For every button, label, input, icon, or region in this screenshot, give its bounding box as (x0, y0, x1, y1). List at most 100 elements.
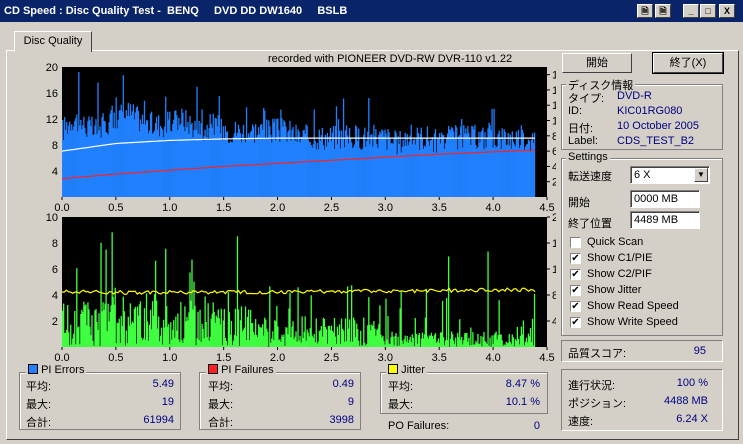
jitter-max-value: 10.1 % (505, 396, 540, 408)
x-tick-label: 3.0 (378, 352, 393, 364)
type-label: タイプ: (568, 93, 605, 105)
pi-failure-bar (455, 337, 457, 347)
pi-failure-bar (68, 332, 70, 347)
pi-failures-total-value: 3998 (329, 414, 354, 426)
pi-failure-bar (480, 336, 482, 347)
tab-disc-quality[interactable]: Disc Quality (14, 31, 92, 52)
pi-failure-bar (338, 324, 341, 347)
pi-failure-bar (512, 337, 514, 347)
po-failures-value: 0 (533, 420, 540, 432)
pi-failure-bar (283, 334, 285, 347)
copy-icon-button[interactable]: 🗎 (655, 4, 671, 18)
y-left-tick-label: 20 (46, 62, 58, 74)
checkbox-quick-scan[interactable] (570, 237, 581, 248)
pi-failure-bar (363, 317, 365, 347)
minimize-button[interactable]: _ (683, 4, 699, 18)
y-right-tick-label: 12 (552, 264, 556, 276)
y-right-tick-label: 8 (552, 290, 556, 302)
start-button[interactable]: 開始 (562, 53, 632, 73)
pi-failures-color-swatch (208, 364, 218, 374)
pi-failure-bar (445, 297, 448, 347)
pi-failure-bar (395, 333, 397, 347)
checkbox-label[interactable]: Show C1/PIE (587, 252, 652, 264)
pi-failure-bar (70, 324, 72, 347)
y-right-tick-label: 16 (552, 238, 556, 250)
close-button[interactable]: X (719, 4, 735, 18)
start-input[interactable]: 0000 MB (630, 190, 700, 208)
pi-failures-avg-label: 平均: (208, 381, 234, 393)
dropdown-arrow-icon[interactable]: ▼ (694, 168, 708, 182)
exit-button[interactable]: 終了(X) (652, 52, 724, 74)
checkbox-show-read-speed[interactable]: ✔ (570, 301, 581, 312)
y-left-tick-label: 4 (52, 166, 58, 178)
start-label: 開始 (568, 197, 590, 209)
checkbox-label[interactable]: Show Write Speed (587, 316, 678, 328)
speed-label: 転送速度 (568, 171, 612, 183)
x-tick-label: 0.0 (54, 352, 69, 364)
y-right-tick-label: 16 (552, 70, 556, 82)
id-value: KIC01RG080 (617, 105, 683, 117)
maximize-button[interactable]: □ (700, 4, 716, 18)
jitter-avg-value: 8.47 % (505, 378, 540, 390)
pi-failure-bar (360, 330, 362, 347)
pi-failure-bar (400, 291, 402, 347)
pi-errors-title: PI Errors (26, 364, 87, 376)
checkbox-label[interactable]: Show Jitter (587, 284, 641, 296)
jitter-avg-label: 平均: (388, 381, 414, 393)
y-left-tick-label: 12 (46, 114, 58, 126)
window-title: CD Speed : Disc Quality Test - BENQ DVD … (0, 0, 743, 22)
position-label: ポジション: (568, 398, 627, 410)
label-label: Label: (568, 135, 598, 147)
y-right-tick-label: 4 (552, 161, 556, 173)
pi-failure-bar (418, 333, 420, 347)
y-right-tick-label: 12 (552, 100, 556, 112)
pi-failure-bar (98, 313, 100, 347)
pi-failure-bar (470, 327, 472, 347)
checkbox-show-jitter[interactable]: ✔ (570, 285, 581, 296)
pi-errors-avg-value: 5.49 (152, 378, 174, 390)
x-tick-label: 2.0 (270, 352, 285, 364)
checkbox-label[interactable]: Show C2/PIF (587, 268, 652, 280)
pi-failures-max-label: 最大: (208, 399, 234, 411)
y-right-tick-label: 2 (552, 177, 556, 189)
pi-errors-chart: 0.00.51.01.52.02.53.03.54.04.52016128416… (46, 62, 556, 214)
speed-select[interactable]: 6 X ▼ (630, 166, 710, 184)
y-left-tick-label: 16 (46, 88, 58, 100)
pi-failure-bar (447, 256, 450, 347)
type-value: DVD-R (617, 90, 652, 102)
tray-icon-button[interactable]: 🗎 (637, 4, 653, 18)
pi-failure-bar (387, 316, 389, 347)
x-tick-label: 2.5 (324, 352, 339, 364)
id-label: ID: (568, 105, 583, 117)
pi-failure-bar (269, 286, 271, 347)
x-tick-label: 3.5 (432, 352, 447, 364)
pi-errors-avg-label: 平均: (26, 381, 52, 393)
pi-failure-bar (412, 337, 414, 347)
x-tick-label: 1.0 (162, 352, 177, 364)
pi-failures-title: PI Failures (206, 364, 276, 376)
checkbox-label[interactable]: Show Read Speed (587, 300, 679, 312)
checkbox-show-c2-pif[interactable]: ✔ (570, 269, 581, 280)
checkbox-label[interactable]: Quick Scan (587, 236, 643, 248)
y-left-tick-label: 6 (52, 264, 58, 276)
pi-failure-bar (78, 326, 80, 347)
y-left-tick-label: 2 (52, 316, 58, 328)
end-input[interactable]: 4489 MB (630, 211, 700, 229)
pi-failure-bar (267, 331, 269, 347)
x-tick-label: 1.5 (216, 352, 231, 364)
checkbox-show-c1-pie[interactable]: ✔ (570, 253, 581, 264)
jitter-title: Jitter (386, 364, 427, 376)
y-right-tick-label: 10 (552, 116, 556, 128)
y-right-tick-label: 4 (552, 316, 556, 328)
pi-errors-title-text: PI Errors (41, 364, 85, 376)
checkbox-show-write-speed[interactable]: ✔ (570, 317, 581, 328)
label-value: CDS_TEST_B2 (617, 135, 695, 147)
y-left-tick-label: 8 (52, 238, 58, 250)
pi-failure-bar (118, 318, 120, 347)
pi-failure-bar (297, 287, 299, 347)
pi-error-bar (533, 132, 536, 197)
pi-failure-bar (522, 320, 525, 347)
x-tick-label: 0.5 (108, 352, 123, 364)
x-tick-label: 4.5 (539, 352, 554, 364)
y-left-tick-label: 8 (52, 140, 58, 152)
